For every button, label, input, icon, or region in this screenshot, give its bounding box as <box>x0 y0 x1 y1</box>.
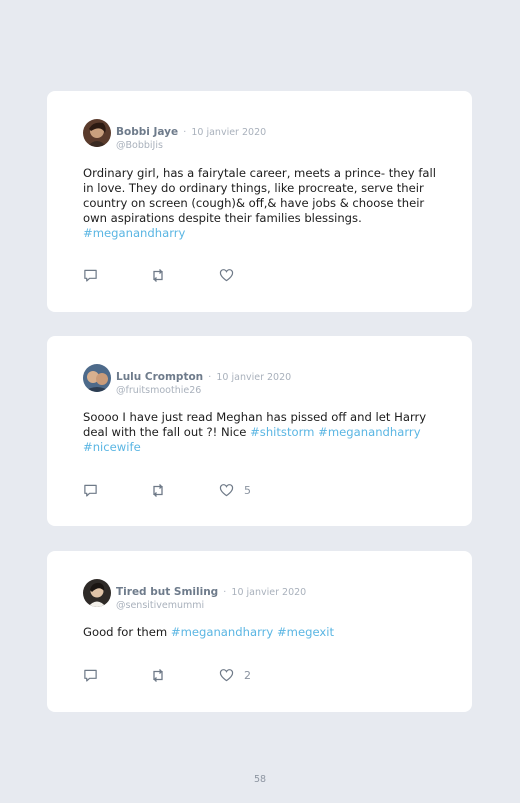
tweet-date[interactable]: 10 janvier 2020 <box>231 587 306 598</box>
hashtag-link[interactable]: #nicewife <box>83 440 141 454</box>
tweet-card: Bobbi Jaye · 10 janvier 2020 @BobbiJis O… <box>47 91 472 312</box>
tweet-text-part: Good for them <box>83 625 171 639</box>
retweet-icon <box>150 668 166 683</box>
user-meta: Lulu Crompton · 10 janvier 2020 @fruitsm… <box>116 365 291 396</box>
hashtag-link[interactable]: #meganandharry <box>318 425 420 439</box>
reply-button[interactable] <box>83 267 98 283</box>
page-number: 58 <box>253 774 267 785</box>
retweet-button[interactable] <box>150 267 166 283</box>
retweet-button[interactable] <box>150 667 166 683</box>
reply-button[interactable] <box>83 667 98 683</box>
like-button[interactable]: 2 <box>219 667 251 683</box>
like-count: 5 <box>244 483 251 497</box>
user-meta: Bobbi Jaye · 10 janvier 2020 @BobbiJis <box>116 120 266 151</box>
like-count: 2 <box>244 668 251 682</box>
hashtag-link[interactable]: #megexit <box>277 625 334 639</box>
like-button[interactable] <box>219 267 244 283</box>
like-button[interactable]: 5 <box>219 482 251 498</box>
tweet-date[interactable]: 10 janvier 2020 <box>191 127 266 138</box>
hashtag-link[interactable]: #shitstorm <box>250 425 314 439</box>
user-handle[interactable]: @fruitsmoothie26 <box>116 385 291 396</box>
user-handle[interactable]: @sensitivemummi <box>116 600 306 611</box>
like-icon <box>219 668 234 682</box>
like-icon <box>219 268 234 282</box>
tweet-date[interactable]: 10 janvier 2020 <box>216 372 291 383</box>
separator: · <box>223 587 227 598</box>
hashtag-link[interactable]: #meganandharry <box>83 226 185 240</box>
tweet-card: Lulu Crompton · 10 janvier 2020 @fruitsm… <box>47 336 472 526</box>
retweet-icon <box>150 268 166 283</box>
tweet-actions <box>83 267 283 283</box>
user-handle[interactable]: @BobbiJis <box>116 140 266 151</box>
like-icon <box>219 483 234 497</box>
separator: · <box>183 127 187 138</box>
avatar[interactable] <box>83 119 111 147</box>
hashtag-link[interactable]: #meganandharry <box>171 625 273 639</box>
tweet-actions: 5 <box>83 482 283 498</box>
reply-icon <box>83 268 98 283</box>
reply-button[interactable] <box>83 482 98 498</box>
retweet-icon <box>150 483 166 498</box>
retweet-button[interactable] <box>150 482 166 498</box>
avatar[interactable] <box>83 579 111 607</box>
tweet-text-part: Ordinary girl, has a fairytale career, m… <box>83 166 436 225</box>
user-name[interactable]: Lulu Crompton <box>116 371 203 383</box>
user-name[interactable]: Tired but Smiling <box>116 586 218 598</box>
tweet-text: Soooo I have just read Meghan has pissed… <box>83 410 445 455</box>
tweet-text: Ordinary girl, has a fairytale career, m… <box>83 166 445 241</box>
tweet-text: Good for them #meganandharry #megexit <box>83 625 445 640</box>
tweet-card: Tired but Smiling · 10 janvier 2020 @sen… <box>47 551 472 712</box>
reply-icon <box>83 483 98 498</box>
reply-icon <box>83 668 98 683</box>
avatar[interactable] <box>83 364 111 392</box>
user-name[interactable]: Bobbi Jaye <box>116 126 178 138</box>
tweet-actions: 2 <box>83 667 283 683</box>
separator: · <box>208 372 212 383</box>
user-meta: Tired but Smiling · 10 janvier 2020 @sen… <box>116 580 306 611</box>
